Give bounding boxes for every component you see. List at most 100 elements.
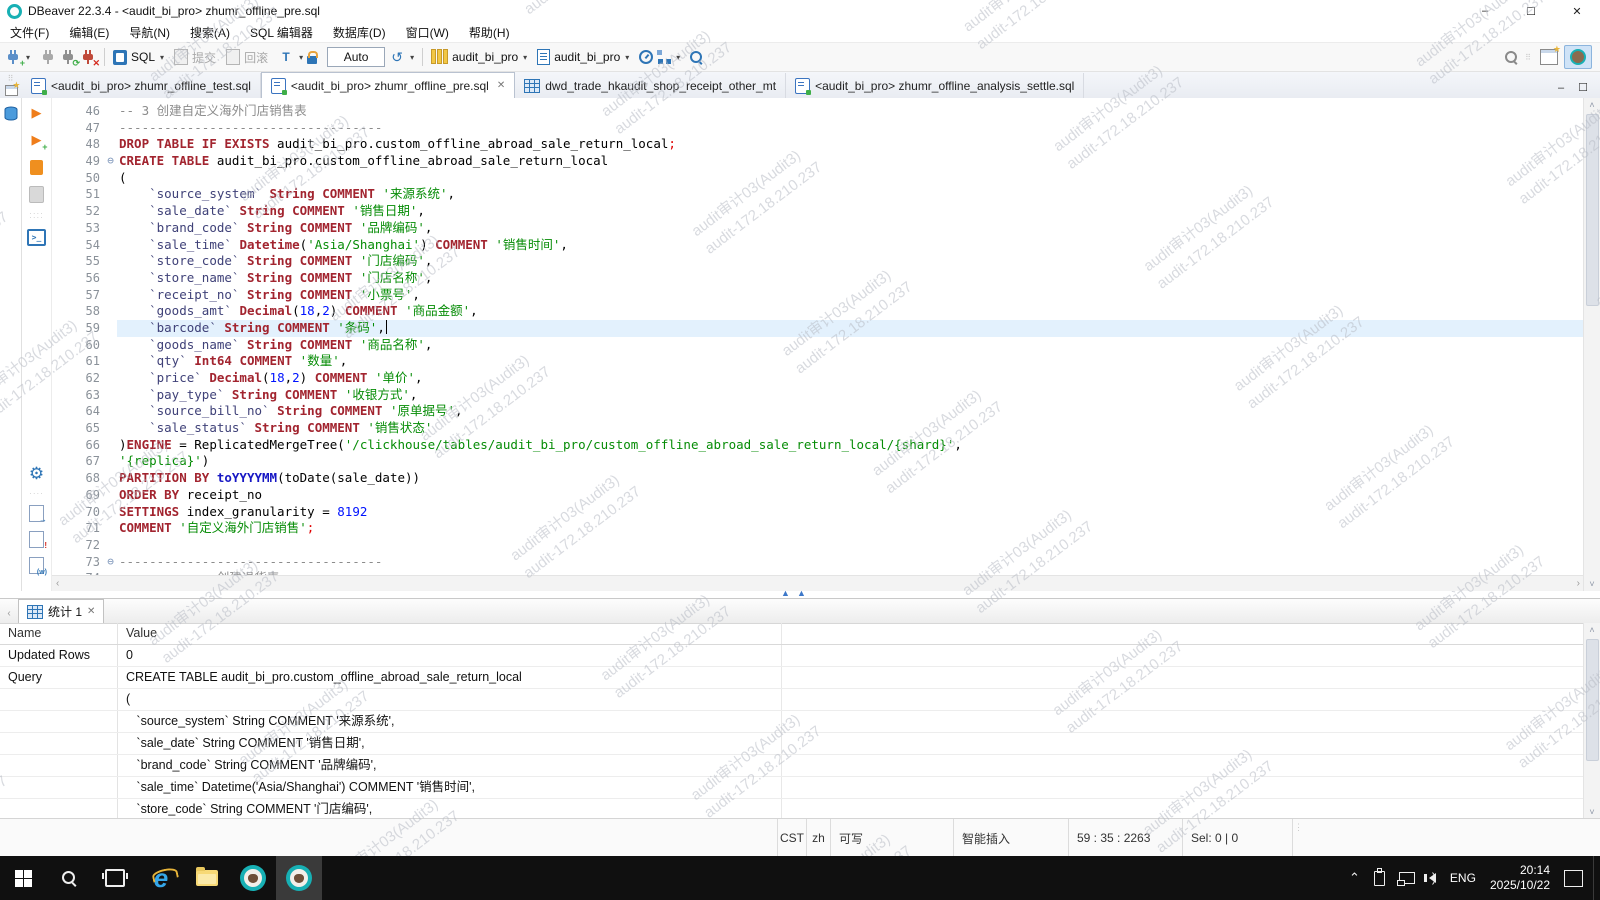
new-connection-icon[interactable]: + bbox=[5, 49, 21, 65]
connection-selector[interactable]: audit_bi_pro bbox=[452, 50, 518, 64]
dbeaver-taskbar-button[interactable] bbox=[230, 856, 276, 900]
code-line-67[interactable]: 67'{replica}') bbox=[52, 453, 1584, 470]
maximize-editor-icon[interactable]: ☐ bbox=[1578, 81, 1588, 94]
dashboard-icon[interactable] bbox=[639, 50, 653, 64]
code-line-52[interactable]: 52 `sale_date` String COMMENT '销售日期', bbox=[52, 203, 1584, 220]
sql-editor-label[interactable]: SQL bbox=[131, 50, 155, 64]
export-result-icon[interactable]: → bbox=[29, 505, 44, 522]
panel-splitter[interactable]: ▲ ▲ bbox=[0, 591, 1600, 598]
schema-selector[interactable]: audit_bi_pro bbox=[554, 50, 620, 64]
editor-vertical-scrollbar[interactable]: ˄ ˅ bbox=[1583, 98, 1600, 591]
menu-item-6[interactable]: 窗口(W) bbox=[396, 24, 459, 41]
close-window-button[interactable]: ✕ bbox=[1554, 0, 1600, 22]
schema-icon[interactable] bbox=[537, 49, 550, 65]
close-tab-icon[interactable]: ✕ bbox=[497, 80, 505, 91]
menu-item-0[interactable]: 文件(F) bbox=[0, 24, 59, 41]
results-scroll-down-icon[interactable]: ˅ bbox=[1584, 805, 1600, 819]
close-statistics-tab-icon[interactable]: ✕ bbox=[87, 606, 95, 617]
database-navigator-icon[interactable] bbox=[3, 106, 19, 122]
code-line-66[interactable]: 66)ENGINE = ReplicatedMergeTree('/clickh… bbox=[52, 437, 1584, 454]
transaction-dropdown-icon[interactable]: ▾ bbox=[299, 53, 303, 62]
usb-tray-icon[interactable] bbox=[1374, 871, 1385, 886]
input-language-indicator[interactable]: ENG bbox=[1450, 871, 1476, 885]
table-row[interactable]: Updated Rows0 bbox=[0, 645, 1584, 667]
validate-error-icon[interactable]: ! bbox=[29, 531, 44, 548]
code-line-69[interactable]: 69ORDER BY receipt_no bbox=[52, 487, 1584, 504]
menu-item-1[interactable]: 编辑(E) bbox=[59, 24, 119, 41]
editor-tab-0[interactable]: <audit_bi_pro> zhumr_offline_test.sql bbox=[22, 73, 261, 98]
editor-tab-1[interactable]: <audit_bi_pro> zhumr_offline_pre.sql✕ bbox=[261, 72, 515, 98]
sql-editor-icon[interactable] bbox=[113, 50, 127, 65]
schema-dropdown-icon[interactable]: ▾ bbox=[625, 53, 629, 62]
internet-explorer-button[interactable]: e bbox=[138, 856, 184, 900]
taskbar-search-button[interactable] bbox=[46, 856, 92, 900]
transaction-mode-icon[interactable]: T bbox=[278, 49, 294, 65]
tab-statistics[interactable]: 统计 1 ✕ bbox=[18, 599, 104, 623]
new-connection-dropdown-icon[interactable]: ▾ bbox=[26, 53, 30, 62]
rollback-button[interactable]: 回滚 bbox=[244, 49, 268, 66]
fold-collapse-icon[interactable]: ⊖ bbox=[104, 554, 117, 571]
scroll-down-icon[interactable]: ˅ bbox=[1584, 577, 1600, 591]
code-line-64[interactable]: 64 `source_bill_no` String COMMENT '原单据号… bbox=[52, 403, 1584, 420]
disconnect-all-icon[interactable]: ✕ bbox=[80, 49, 96, 65]
commit-button[interactable]: 提交 bbox=[192, 49, 216, 66]
tray-expand-icon[interactable]: ⌃ bbox=[1349, 870, 1360, 886]
execution-plan-icon[interactable] bbox=[657, 50, 671, 64]
code-line-58[interactable]: 58 `goods_amt` Decimal(18,2) COMMENT '商品… bbox=[52, 303, 1584, 320]
maximize-window-button[interactable]: ☐ bbox=[1508, 0, 1554, 22]
task-view-button[interactable] bbox=[92, 856, 138, 900]
reconnect-icon[interactable]: ⟳ bbox=[60, 49, 76, 65]
code-line-55[interactable]: 55 `store_code` String COMMENT '门店编码', bbox=[52, 253, 1584, 270]
plan-dropdown-icon[interactable]: ▾ bbox=[676, 53, 680, 62]
table-row[interactable]: `sale_date` String COMMENT '销售日期', bbox=[0, 733, 1584, 755]
execute-script-icon[interactable] bbox=[28, 158, 46, 176]
code-line-65[interactable]: 65 `sale_status` String COMMENT '销售状态' bbox=[52, 420, 1584, 437]
code-line-53[interactable]: 53 `brand_code` String COMMENT '品牌编码', bbox=[52, 220, 1584, 237]
status-caret-position[interactable]: 59 : 35 : 2263 bbox=[1068, 819, 1182, 857]
network-tray-icon[interactable] bbox=[1399, 872, 1415, 884]
editor-horizontal-scrollbar[interactable]: ‹ › bbox=[52, 575, 1584, 591]
splitter-collapse-icon[interactable]: ▲ bbox=[781, 588, 790, 598]
menu-item-3[interactable]: 搜索(A) bbox=[180, 24, 240, 41]
fold-collapse-icon[interactable]: ⊖ bbox=[104, 153, 117, 170]
results-vertical-scrollbar[interactable]: ˄ ˅ bbox=[1583, 623, 1600, 819]
scroll-left-icon[interactable]: ‹ bbox=[56, 578, 59, 589]
dbeaver-taskbar-button-active[interactable] bbox=[276, 856, 322, 900]
show-desktop-button[interactable] bbox=[1593, 856, 1600, 900]
code-line-70[interactable]: 70SETTINGS index_granularity = 8192 bbox=[52, 504, 1584, 521]
table-row[interactable]: `brand_code` String COMMENT '品牌编码', bbox=[0, 755, 1584, 777]
scroll-right-icon[interactable]: › bbox=[1577, 578, 1580, 589]
taskbar-clock[interactable]: 20:14 2025/10/22 bbox=[1490, 863, 1550, 893]
code-line-46[interactable]: 46-- 3 创建自定义海外门店销售表 bbox=[52, 103, 1584, 120]
action-center-icon[interactable] bbox=[1564, 870, 1583, 887]
menu-item-7[interactable]: 帮助(H) bbox=[459, 24, 520, 41]
results-scroll-thumb[interactable] bbox=[1586, 639, 1599, 761]
code-line-51[interactable]: 51 `source_system` String COMMENT '来源系统'… bbox=[52, 186, 1584, 203]
scroll-up-icon[interactable]: ˄ bbox=[1584, 98, 1600, 112]
minimize-editor-icon[interactable]: – bbox=[1558, 82, 1564, 94]
execute-sql-icon[interactable]: ▶ bbox=[28, 104, 46, 122]
splitter-collapse-icon-2[interactable]: ▲ bbox=[797, 588, 806, 598]
code-line-56[interactable]: 56 `store_name` String COMMENT '门店名称', bbox=[52, 270, 1584, 287]
commit-mode-auto-box[interactable]: Auto bbox=[327, 47, 385, 67]
results-scroll-up-icon[interactable]: ˄ bbox=[1584, 623, 1600, 637]
code-line-71[interactable]: 71COMMENT '自定义海外门店销售'; bbox=[52, 520, 1584, 537]
menu-item-4[interactable]: SQL 编辑器 bbox=[240, 24, 323, 41]
table-row[interactable]: ( bbox=[0, 689, 1584, 711]
code-line-61[interactable]: 61 `qty` Int64 COMMENT '数量', bbox=[52, 353, 1584, 370]
code-line-73[interactable]: 73⊖----------------------------------- bbox=[52, 554, 1584, 571]
sql-code-editor[interactable]: 46-- 3 创建自定义海外门店销售表47-------------------… bbox=[52, 98, 1584, 575]
code-line-50[interactable]: 50( bbox=[52, 170, 1584, 187]
results-corner-chevron-icon[interactable]: ‹ bbox=[0, 608, 18, 623]
code-line-60[interactable]: 60 `goods_name` String COMMENT '商品名称', bbox=[52, 337, 1584, 354]
minimize-window-button[interactable]: – bbox=[1462, 0, 1508, 22]
code-line-57[interactable]: 57 `receipt_no` String COMMENT '小票号', bbox=[52, 287, 1584, 304]
code-line-68[interactable]: 68PARTITION BY toYYYYMM(toDate(sale_date… bbox=[52, 470, 1584, 487]
code-line-54[interactable]: 54 `sale_time` Datetime('Asia/Shanghai')… bbox=[52, 237, 1584, 254]
start-button[interactable] bbox=[0, 856, 46, 900]
menu-item-2[interactable]: 导航(N) bbox=[119, 24, 180, 41]
table-row[interactable]: `source_system` String COMMENT '来源系统', bbox=[0, 711, 1584, 733]
sql-search-icon[interactable] bbox=[690, 51, 702, 63]
file-explorer-button[interactable] bbox=[184, 856, 230, 900]
code-line-47[interactable]: 47----------------------------------- bbox=[52, 120, 1584, 137]
